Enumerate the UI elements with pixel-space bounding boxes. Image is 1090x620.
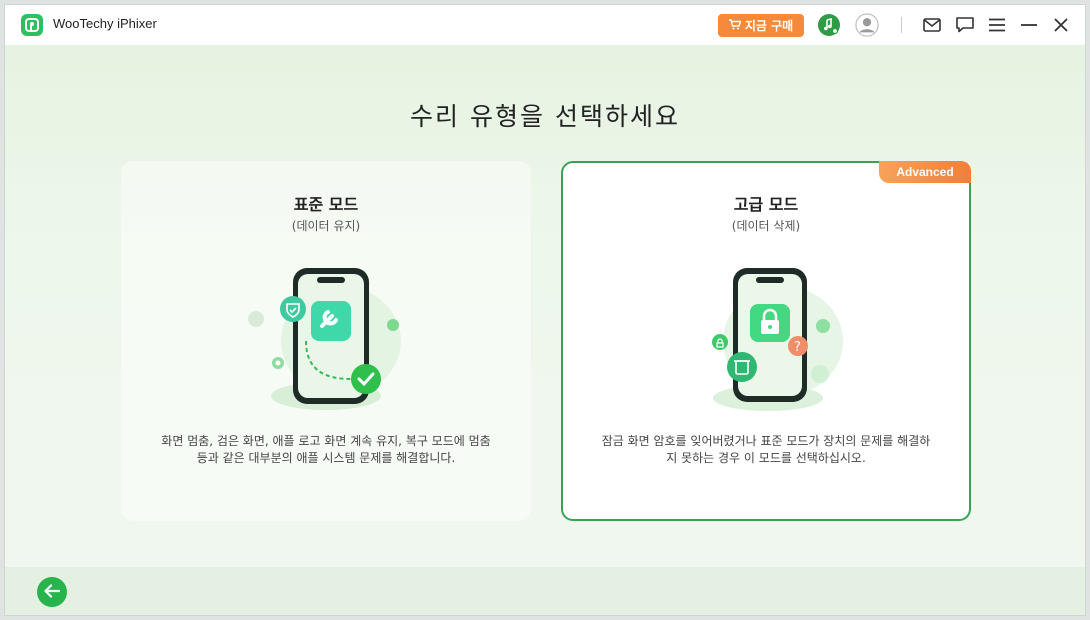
arrow-left-icon [44,583,61,602]
card-title: 고급 모드 [733,195,799,214]
mail-icon[interactable] [920,13,944,37]
page-title: 수리 유형을 선택하세요 [410,102,680,131]
buy-now-label: 지금 구매 [744,19,794,33]
buy-now-button[interactable]: 지금 구매 [718,14,804,37]
card-subtitle: (데이터 유지) [291,219,361,233]
card-description: 화면 멈춤, 검은 화면, 애플 로고 화면 계속 유지, 복구 모드에 멈춤 … [161,434,491,465]
bottom-bar [5,567,1085,615]
music-search-icon[interactable] [817,13,841,37]
svg-text:?: ? [794,340,801,355]
minimize-icon[interactable] [1017,13,1041,37]
cart-icon [728,18,742,33]
chat-icon[interactable] [953,13,977,37]
card-subtitle: (데이터 삭제) [731,219,801,233]
close-icon[interactable] [1049,13,1073,37]
standard-mode-card[interactable]: 표준 모드 (데이터 유지) 화면 멈춤, 검은 화면, 애플 로고 화면 계속… [121,161,531,521]
app-logo-icon [21,14,43,36]
titlebar-divider [901,17,902,33]
app-window: WooTechy iPhixer 지금 구매 수리 유형을 선택하세요 표준 모… [4,4,1086,616]
repair-phone-icon [236,256,416,421]
card-description: 잠금 화면 암호를 잊어버렸거나 표준 모드가 장치의 문제를 해결하지 못하는… [601,434,931,465]
app-title: WooTechy iPhixer [53,16,157,31]
back-button[interactable] [37,577,67,607]
advanced-mode-card[interactable]: Advanced 고급 모드 (데이터 삭제) ? 잠금 화면 암호를 잊어버렸… [561,161,971,521]
advanced-badge: Advanced [879,161,971,183]
menu-icon[interactable] [985,13,1009,37]
locked-phone-icon: ? [678,256,858,421]
title-bar: WooTechy iPhixer 지금 구매 [5,5,1085,45]
card-title: 표준 모드 [293,195,359,214]
account-icon[interactable] [855,13,879,37]
